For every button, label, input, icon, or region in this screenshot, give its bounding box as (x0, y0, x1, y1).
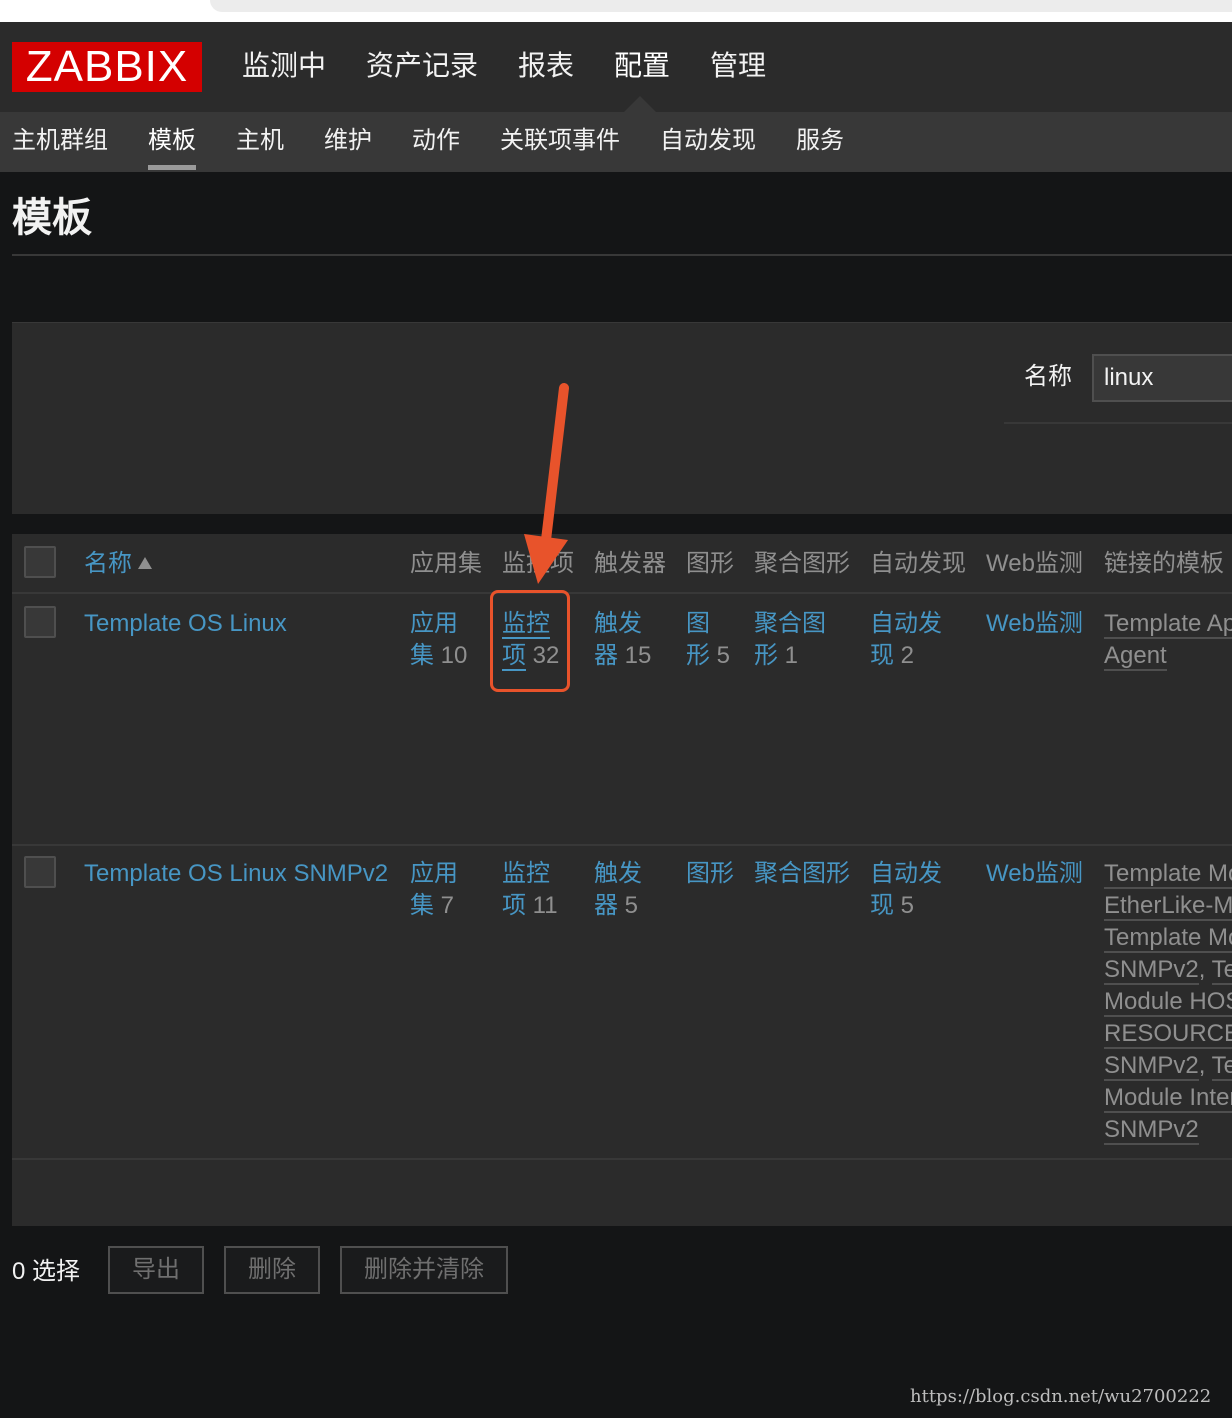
export-button[interactable]: 导出 (108, 1246, 204, 1294)
delete-and-clear-button[interactable]: 删除并清除 (340, 1246, 508, 1294)
watermark: https://blog.csdn.net/wu2700222 (910, 1386, 1212, 1407)
delete-button[interactable]: 删除 (224, 1246, 320, 1294)
annotation-arrow-icon (524, 383, 569, 584)
selected-count: 0 选择 (12, 1258, 81, 1285)
